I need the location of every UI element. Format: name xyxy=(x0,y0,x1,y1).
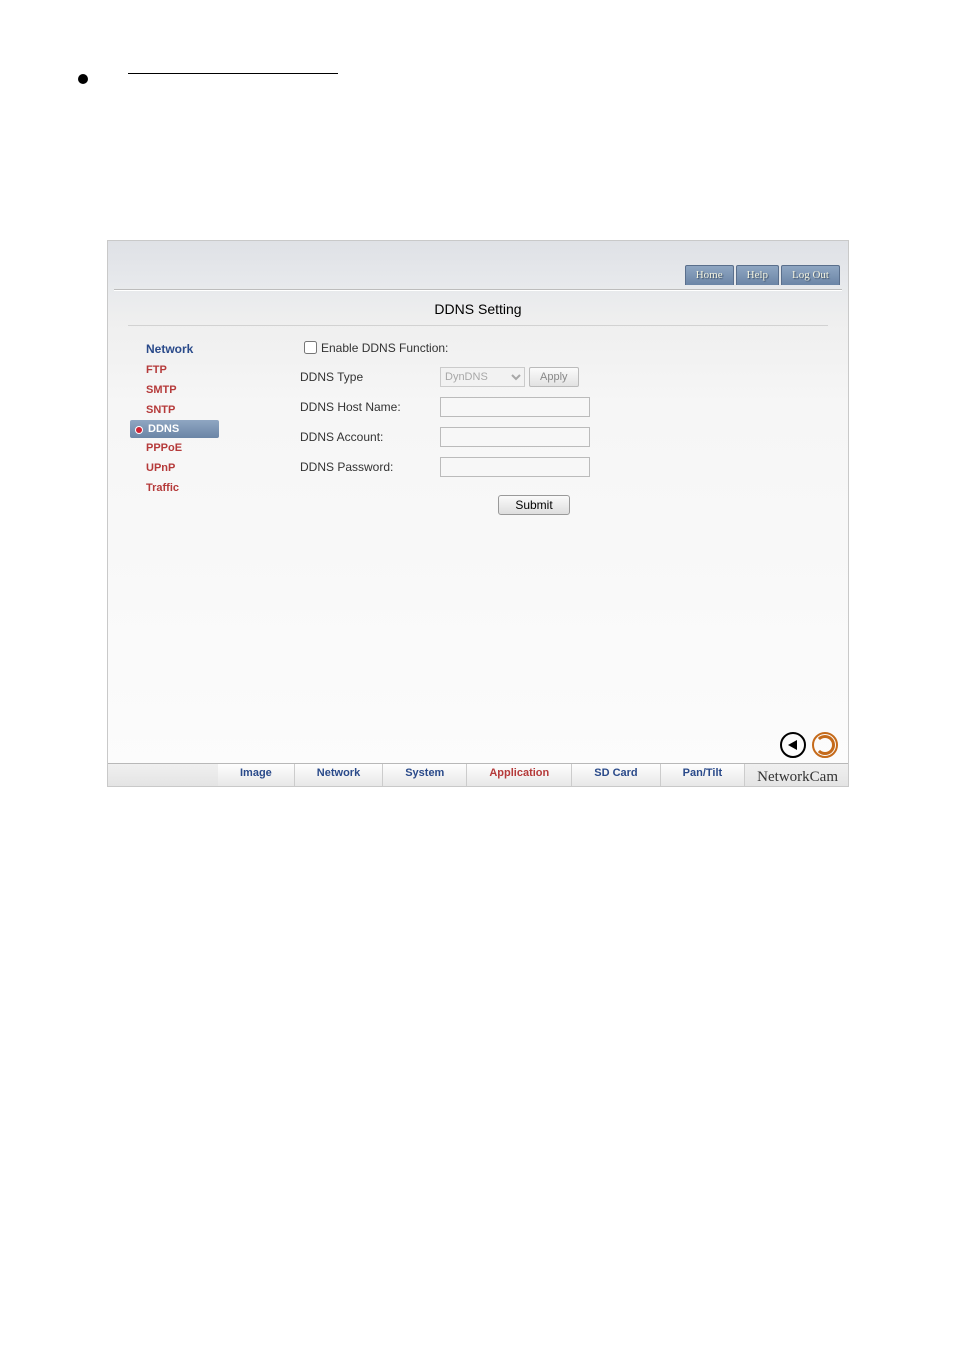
submit-row: Submit xyxy=(220,495,848,515)
submit-button[interactable]: Submit xyxy=(498,495,569,515)
top-bar: Home Help Log Out xyxy=(108,241,848,289)
sidebar-item-sntp[interactable]: SNTP xyxy=(140,400,300,420)
ddns-host-input[interactable] xyxy=(440,397,590,417)
ddns-account-row: DDNS Account: xyxy=(300,427,848,447)
doc-bullet-row xyxy=(78,64,478,94)
ddns-type-row: DDNS Type DynDNS Apply xyxy=(300,367,848,387)
refresh-icon[interactable] xyxy=(812,732,838,758)
enable-ddns-label: Enable DDNS Function: xyxy=(321,341,448,355)
enable-ddns-checkbox[interactable] xyxy=(304,341,317,354)
brand-label: NetworkCam xyxy=(753,767,842,788)
title-separator xyxy=(128,325,828,326)
bottom-tabs: Image Network System Application SD Card… xyxy=(108,763,848,786)
underline-rule xyxy=(128,73,338,74)
top-links: Home Help Log Out xyxy=(685,265,840,285)
ddns-password-input[interactable] xyxy=(440,457,590,477)
tab-system[interactable]: System xyxy=(383,764,467,786)
tab-application[interactable]: Application xyxy=(467,764,572,786)
nav-icons xyxy=(780,732,838,758)
tab-sdcard[interactable]: SD Card xyxy=(572,764,660,786)
app-window: Home Help Log Out DDNS Setting Network F… xyxy=(107,240,849,787)
sidebar-head-network[interactable]: Network xyxy=(140,338,300,360)
page-title: DDNS Setting xyxy=(108,291,848,325)
help-link[interactable]: Help xyxy=(736,265,779,285)
tab-pantilt[interactable]: Pan/Tilt xyxy=(661,764,746,786)
tab-network[interactable]: Network xyxy=(295,764,383,786)
content-area: Network FTP SMTP SNTP DDNS PPPoE UPnP Tr… xyxy=(108,334,848,515)
ddns-host-row: DDNS Host Name: xyxy=(300,397,848,417)
ddns-account-input[interactable] xyxy=(440,427,590,447)
bottom-bar: Image Network System Application SD Card… xyxy=(108,763,848,786)
bullet-icon xyxy=(78,74,88,84)
enable-ddns-row: Enable DDNS Function: xyxy=(300,338,848,357)
ddns-account-label: DDNS Account: xyxy=(300,430,440,444)
sidebar-item-ftp[interactable]: FTP xyxy=(140,360,300,380)
sidebar-item-traffic[interactable]: Traffic xyxy=(140,478,300,498)
ddns-password-label: DDNS Password: xyxy=(300,460,440,474)
sidebar-item-ddns[interactable]: DDNS xyxy=(130,420,219,438)
ddns-type-select[interactable]: DynDNS xyxy=(440,367,525,387)
ddns-type-label: DDNS Type xyxy=(300,370,440,384)
ddns-form: Enable DDNS Function: DDNS Type DynDNS A… xyxy=(300,334,848,515)
ddns-host-label: DDNS Host Name: xyxy=(300,400,440,414)
sidebar-item-smtp[interactable]: SMTP xyxy=(140,380,300,400)
apply-button[interactable]: Apply xyxy=(529,367,579,387)
sidebar-item-pppoe[interactable]: PPPoE xyxy=(140,438,300,458)
logout-link[interactable]: Log Out xyxy=(781,265,840,285)
ddns-password-row: DDNS Password: xyxy=(300,457,848,477)
tab-image[interactable]: Image xyxy=(218,764,295,786)
home-link[interactable]: Home xyxy=(685,265,734,285)
sidebar-item-upnp[interactable]: UPnP xyxy=(140,458,300,478)
sidebar: Network FTP SMTP SNTP DDNS PPPoE UPnP Tr… xyxy=(140,334,300,515)
back-icon[interactable] xyxy=(780,732,806,758)
